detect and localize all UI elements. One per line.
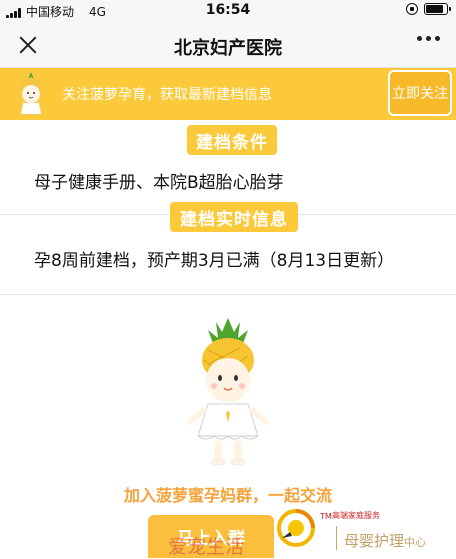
brand-watermark: TM 高端家庭服务 母婴护理中心 xyxy=(276,506,456,558)
follow-banner: 关注菠萝孕育，获取最新建档信息 立即关注 xyxy=(0,68,456,120)
brand-tagline: 高端家庭服务 xyxy=(332,511,380,520)
section-content: 母子健康手册、本院B超胎心胎芽 xyxy=(34,173,284,193)
group-invite-text: 加入菠萝蜜孕妈群，一起交流 xyxy=(123,486,332,505)
page-title: 北京妇产医院 xyxy=(174,38,282,59)
section-content: 孕8周前建档，预产期3月已满（8月13日更新） xyxy=(34,251,395,271)
watermark-text: 爱宠生活 xyxy=(168,536,245,558)
brand-logo-icon xyxy=(277,509,315,547)
pineapple-mascot-icon xyxy=(20,72,42,115)
divider xyxy=(0,294,456,295)
brand-service-suffix: 中心 xyxy=(404,536,427,549)
status-bar: 中国移动 4G 16:54 xyxy=(0,0,456,22)
section-heading: 建档条件 xyxy=(187,125,277,155)
banner-text: 关注菠萝孕育，获取最新建档信息 xyxy=(62,87,272,103)
brand-tm: TM xyxy=(320,512,332,521)
follow-button[interactable]: 立即关注 xyxy=(388,70,452,116)
brand-service-name: 母婴护理 xyxy=(344,532,405,550)
brand-separator xyxy=(336,526,337,550)
more-icon[interactable] xyxy=(417,36,440,41)
battery-icon xyxy=(424,3,451,15)
nav-bar: 北京妇产医院 xyxy=(0,22,456,68)
section-heading: 建档实时信息 xyxy=(170,202,298,232)
brand-service: 母婴护理中心 xyxy=(344,530,426,551)
status-right xyxy=(406,3,451,15)
orientation-lock-icon xyxy=(406,3,418,15)
status-time: 16:54 xyxy=(205,2,251,18)
pineapple-mascot-image xyxy=(187,318,269,466)
